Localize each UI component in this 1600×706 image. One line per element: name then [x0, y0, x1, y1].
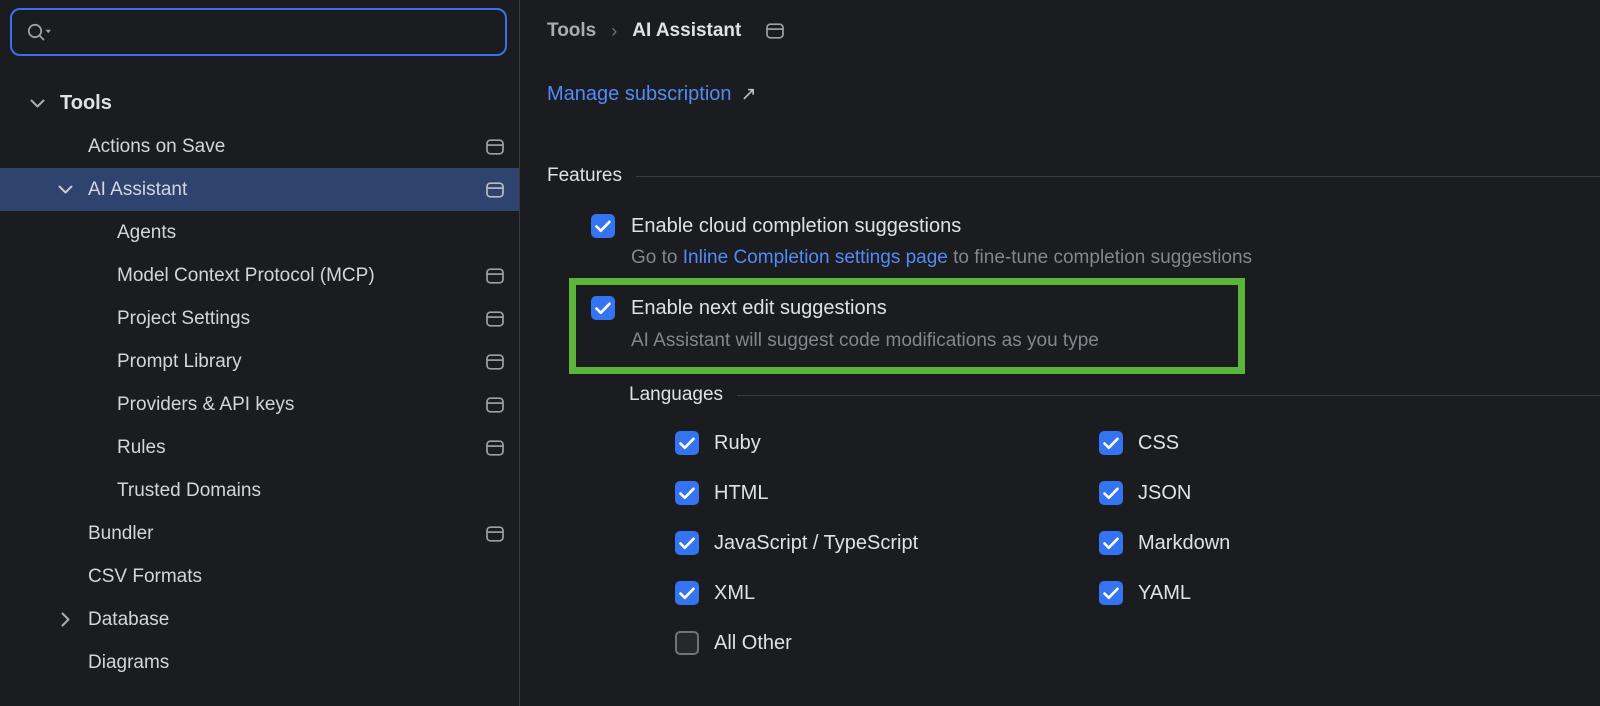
ruby-checkbox[interactable]: [675, 431, 699, 455]
next-edit-suggestions-description: AI Assistant will suggest code modificat…: [631, 330, 1228, 352]
ide-settings-icon: [486, 397, 504, 413]
sidebar-item-agents[interactable]: Agents: [0, 211, 519, 254]
language-option-javascript-typescript: JavaScript / TypeScript: [675, 531, 1099, 555]
ide-settings-icon: [486, 182, 504, 198]
json-checkbox[interactable]: [1099, 481, 1123, 505]
sidebar-item-trusted-domains[interactable]: Trusted Domains: [0, 469, 519, 512]
language-option-all-other: All Other: [675, 631, 1099, 655]
features-title: Features: [547, 165, 622, 187]
language-option-html: HTML: [675, 481, 1099, 505]
inline-completion-settings-link[interactable]: Inline Completion settings page: [683, 247, 948, 268]
ide-settings-icon: [486, 526, 504, 542]
breadcrumb-tools[interactable]: Tools: [547, 20, 596, 42]
next-edit-suggestions-label[interactable]: Enable next edit suggestions: [631, 297, 887, 320]
ide-settings-icon: [486, 440, 504, 456]
sidebar-item-label: Prompt Library: [117, 351, 242, 373]
languages-grid: Ruby HTML JavaScript / TypeScript XML: [675, 431, 1600, 655]
languages-title: Languages: [629, 384, 723, 406]
sidebar-item-label: Tools: [60, 92, 112, 115]
json-label[interactable]: JSON: [1138, 482, 1191, 505]
markdown-label[interactable]: Markdown: [1138, 532, 1230, 555]
language-option-xml: XML: [675, 581, 1099, 605]
language-option-css: CSS: [1099, 431, 1230, 455]
sidebar-item-label: Bundler: [88, 523, 154, 545]
cloud-completion-checkbox[interactable]: [591, 214, 615, 238]
sidebar-item-database[interactable]: Database: [0, 598, 519, 641]
settings-content: Tools › AI Assistant Manage subscription…: [520, 0, 1600, 706]
sidebar-item-label: Diagrams: [88, 652, 169, 674]
features-section-header: Features: [547, 165, 1600, 187]
sidebar-item-label: Providers & API keys: [117, 394, 294, 416]
css-label[interactable]: CSS: [1138, 432, 1179, 455]
languages-column-left: Ruby HTML JavaScript / TypeScript XML: [675, 431, 1099, 655]
search-icon[interactable]: [25, 21, 54, 44]
sidebar-item-label: AI Assistant: [88, 179, 187, 201]
sidebar-item-diagrams[interactable]: Diagrams: [0, 641, 519, 684]
language-option-json: JSON: [1099, 481, 1230, 505]
cloud-completion-label[interactable]: Enable cloud completion suggestions: [631, 215, 961, 238]
languages-section-header: Languages: [629, 384, 1600, 406]
chevron-right-icon[interactable]: [55, 612, 75, 628]
javascript-typescript-checkbox[interactable]: [675, 531, 699, 555]
sidebar-item-label: Agents: [117, 222, 176, 244]
xml-checkbox[interactable]: [675, 581, 699, 605]
yaml-checkbox[interactable]: [1099, 581, 1123, 605]
sidebar-item-tools[interactable]: Tools: [0, 82, 519, 125]
ide-settings-icon: [766, 23, 784, 39]
sidebar-item-actions-on-save[interactable]: Actions on Save: [0, 125, 519, 168]
css-checkbox[interactable]: [1099, 431, 1123, 455]
sidebar-item-label: Rules: [117, 437, 166, 459]
manage-subscription-link[interactable]: Manage subscription ↗: [547, 83, 1600, 106]
search-input[interactable]: [54, 10, 505, 54]
sidebar-item-project-settings[interactable]: Project Settings: [0, 297, 519, 340]
ide-settings-icon: [486, 139, 504, 155]
breadcrumb: Tools › AI Assistant: [547, 17, 1600, 45]
sidebar-item-providers-api-keys[interactable]: Providers & API keys: [0, 383, 519, 426]
next-edit-suggestions-checkbox[interactable]: [591, 296, 615, 320]
language-option-ruby: Ruby: [675, 431, 1099, 455]
section-divider: [636, 176, 1600, 177]
manage-subscription-label[interactable]: Manage subscription: [547, 83, 732, 106]
ide-settings-icon: [486, 311, 504, 327]
search-field[interactable]: [10, 8, 507, 56]
ide-settings-icon: [486, 354, 504, 370]
cloud-completion-option: Enable cloud completion suggestions Go t…: [591, 214, 1600, 269]
all-other-checkbox[interactable]: [675, 631, 699, 655]
breadcrumb-separator: ›: [611, 21, 617, 42]
yaml-label[interactable]: YAML: [1138, 582, 1191, 605]
external-link-icon: ↗: [741, 83, 757, 106]
sidebar-item-mcp[interactable]: Model Context Protocol (MCP): [0, 254, 519, 297]
sidebar-item-ai-assistant[interactable]: AI Assistant: [0, 168, 519, 211]
language-option-yaml: YAML: [1099, 581, 1230, 605]
sidebar-item-csv-formats[interactable]: CSV Formats: [0, 555, 519, 598]
sidebar-item-label: Actions on Save: [88, 136, 225, 158]
html-label[interactable]: HTML: [714, 482, 768, 505]
languages-column-right: CSS JSON Markdown YAML: [1099, 431, 1230, 655]
chevron-down-icon[interactable]: [55, 182, 75, 198]
sidebar-item-label: Trusted Domains: [117, 480, 261, 502]
sidebar-item-label: Model Context Protocol (MCP): [117, 265, 375, 287]
sidebar-item-prompt-library[interactable]: Prompt Library: [0, 340, 519, 383]
sidebar-item-bundler[interactable]: Bundler: [0, 512, 519, 555]
sidebar-item-rules[interactable]: Rules: [0, 426, 519, 469]
javascript-typescript-label[interactable]: JavaScript / TypeScript: [714, 532, 918, 555]
sidebar-item-label: Project Settings: [117, 308, 250, 330]
all-other-label[interactable]: All Other: [714, 632, 792, 655]
markdown-checkbox[interactable]: [1099, 531, 1123, 555]
sidebar-item-label: CSV Formats: [88, 566, 202, 588]
settings-tree: Tools Actions on Save AI Assistant Agent…: [0, 82, 519, 684]
settings-sidebar: Tools Actions on Save AI Assistant Agent…: [0, 0, 520, 706]
language-option-markdown: Markdown: [1099, 531, 1230, 555]
page-title: AI Assistant: [632, 20, 741, 42]
xml-label[interactable]: XML: [714, 582, 755, 605]
highlight-box: Enable next edit suggestions AI Assistan…: [569, 278, 1245, 374]
sidebar-item-label: Database: [88, 609, 169, 631]
ruby-label[interactable]: Ruby: [714, 432, 761, 455]
ide-settings-icon: [486, 268, 504, 284]
html-checkbox[interactable]: [675, 481, 699, 505]
section-divider: [737, 395, 1600, 396]
cloud-completion-description: Go to Inline Completion settings page to…: [631, 247, 1600, 269]
chevron-down-icon[interactable]: [27, 96, 47, 112]
